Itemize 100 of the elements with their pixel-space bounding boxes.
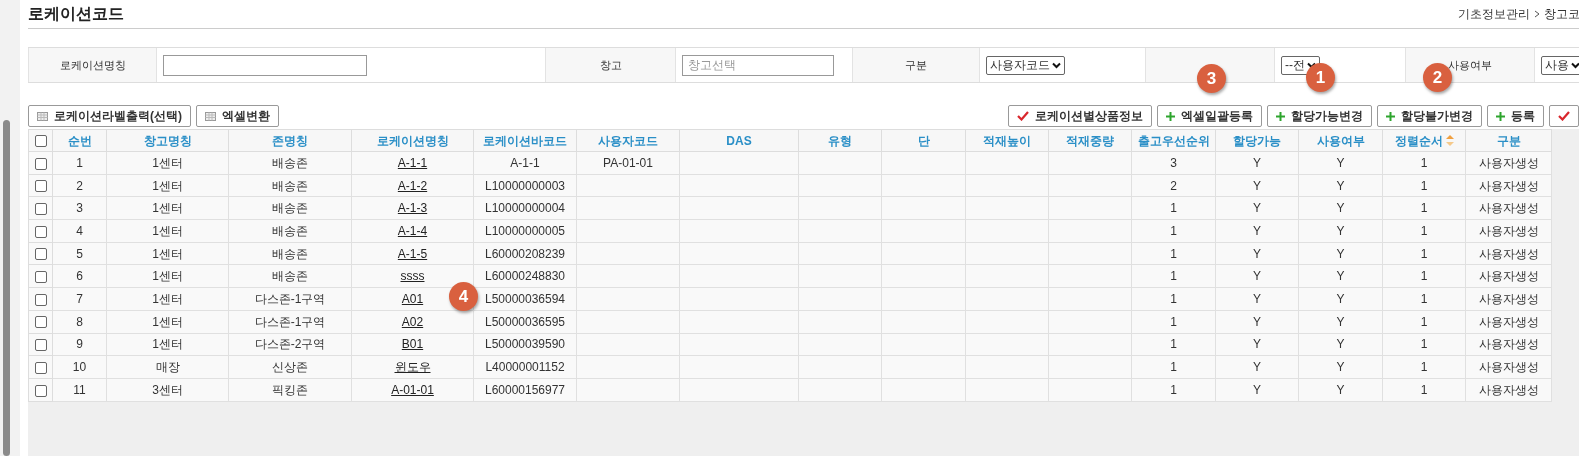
table-cell-text: 1 [1170,314,1177,329]
table-cell-text: 3센터 [152,382,183,397]
filter-label: 창고 [545,48,676,82]
table-cell-text: 1 [1420,201,1428,216]
table-cell-text: 배송존 [272,269,308,284]
table-cell-text: Y [1336,246,1345,261]
checkbox[interactable] [34,384,47,397]
checkbox[interactable] [34,180,47,193]
table-cell-text: 1센터 [152,155,183,170]
table-cell-text: 1 [1170,269,1177,284]
table-cell-text: 1 [1420,382,1428,397]
toolbar-button[interactable]: 로케이션별상품정보 [1008,105,1152,127]
grid-icon [205,111,216,121]
dropdown[interactable]: 사용자코드 [986,55,1065,75]
table-cell-text: Y [1336,382,1345,397]
text-field[interactable] [163,54,367,76]
toolbar-button[interactable]: 등록 [1487,105,1544,127]
toolbar-button[interactable]: 엑셀일괄등록 [1157,105,1262,127]
toolbar-button[interactable]: 할당가능변경 [1267,105,1372,127]
table-cell-text: 1 [1170,291,1177,306]
grid-icon [37,111,48,121]
table-cell-text: 1센터 [152,314,183,329]
table-cell-text: 1센터 [152,201,183,216]
table-cell-text: 사용자생성 [1478,201,1539,216]
table-cell-text: 2 [1170,178,1177,193]
location-link[interactable]: A-1-1 [397,155,428,170]
checkbox[interactable] [34,293,47,306]
table-cell-text: 8 [76,314,83,329]
check-icon [1558,111,1570,121]
checkbox[interactable] [34,271,47,284]
table-cell-text: 1센터 [152,291,183,306]
dropdown[interactable]: 사용 [1541,55,1579,75]
checkbox[interactable] [34,316,47,329]
table-cell-text: 7 [76,291,83,306]
toolbar-button[interactable] [1549,105,1579,127]
filter-label: 로케이션명칭 [28,48,157,82]
table-cell-text: 1센터 [152,178,183,193]
table-cell-text: 배송존 [272,246,308,261]
page-title: 로케이션코드 [28,4,124,24]
location-link[interactable]: A-1-3 [397,201,428,216]
table-cell-text: 1 [1420,360,1428,375]
table-cell-text: 1센터 [152,246,183,261]
table-cell-text: 1 [1420,314,1428,329]
table-cell-text: A-1-1 [510,155,540,170]
table-cell-text: 1 [1170,223,1177,238]
table-cell-text: 1센터 [152,223,183,238]
table-cell-text: 1센터 [152,337,183,352]
table-cell-text: 사용자생성 [1478,223,1539,238]
table-cell-text: 사용자생성 [1478,269,1539,284]
toolbar-button[interactable]: 엑셀변환 [196,105,279,127]
toolbar-button[interactable]: 할당불가변경 [1377,105,1482,127]
table-cell-text: 1 [1420,246,1428,261]
table-cell-text: Y [1336,223,1345,238]
location-link[interactable]: A01 [401,291,424,306]
location-link[interactable]: B01 [401,337,424,352]
table-cell-text: 사용자생성 [1478,246,1539,261]
table-cell-text: L10000000005 [484,223,566,238]
location-link[interactable]: A-1-4 [397,223,428,238]
table-cell-text: L50000036595 [484,314,566,329]
table-cell-text: Y [1253,155,1261,170]
table-cell-text: 1센터 [152,269,183,284]
location-link[interactable]: A02 [401,314,424,329]
checkbox[interactable] [34,157,47,170]
table-cell-text: Y [1336,291,1345,306]
table-cell-text: L10000000003 [484,178,566,193]
table-cell-text: 1 [1420,155,1428,170]
table-cell-text: Y [1253,337,1261,352]
table-cell-text: 1 [1420,291,1428,306]
table-cell-text: 사용자생성 [1478,337,1539,352]
toolbar-button[interactable]: 로케이션라벨출력(선택) [28,105,191,127]
checkbox[interactable] [34,203,47,216]
table-cell-text: Y [1336,201,1345,216]
table-cell-text: 1 [1420,337,1428,352]
location-link[interactable]: 윈도우 [394,360,431,375]
table-cell-text: 1 [1420,223,1428,238]
table-cell-text: Y [1253,223,1261,238]
table-cell-text: Y [1336,178,1345,193]
table-cell-text: 1 [1420,269,1428,284]
chevron-down-icon [1052,61,1061,69]
location-link[interactable]: A-1-2 [397,178,428,193]
table-cell-text: 매장 [155,360,180,375]
table-cell-text: Y [1336,337,1345,352]
checkbox[interactable] [34,248,47,261]
table-cell-text: 3 [76,201,83,216]
checkbox[interactable] [34,361,47,374]
table-cell-text: 10 [72,360,87,375]
checkbox[interactable] [34,339,47,352]
plus-icon [1166,111,1175,121]
scrollbar-thumb[interactable] [3,120,10,456]
location-link[interactable]: A-1-5 [397,246,428,261]
table-cell-text: 배송존 [272,201,308,216]
plus-icon [1276,111,1285,121]
location-link[interactable]: ssss [400,269,425,284]
checkbox[interactable] [34,225,47,238]
breadcrumb-item[interactable]: 창고코 [1544,5,1579,23]
plus-icon [1386,111,1395,121]
checkbox[interactable] [34,135,47,148]
breadcrumb-item[interactable]: 기초정보관리 [1458,5,1530,23]
text-field[interactable]: 창고선택 [682,54,834,76]
table-cell-text: 사용자생성 [1478,291,1539,306]
